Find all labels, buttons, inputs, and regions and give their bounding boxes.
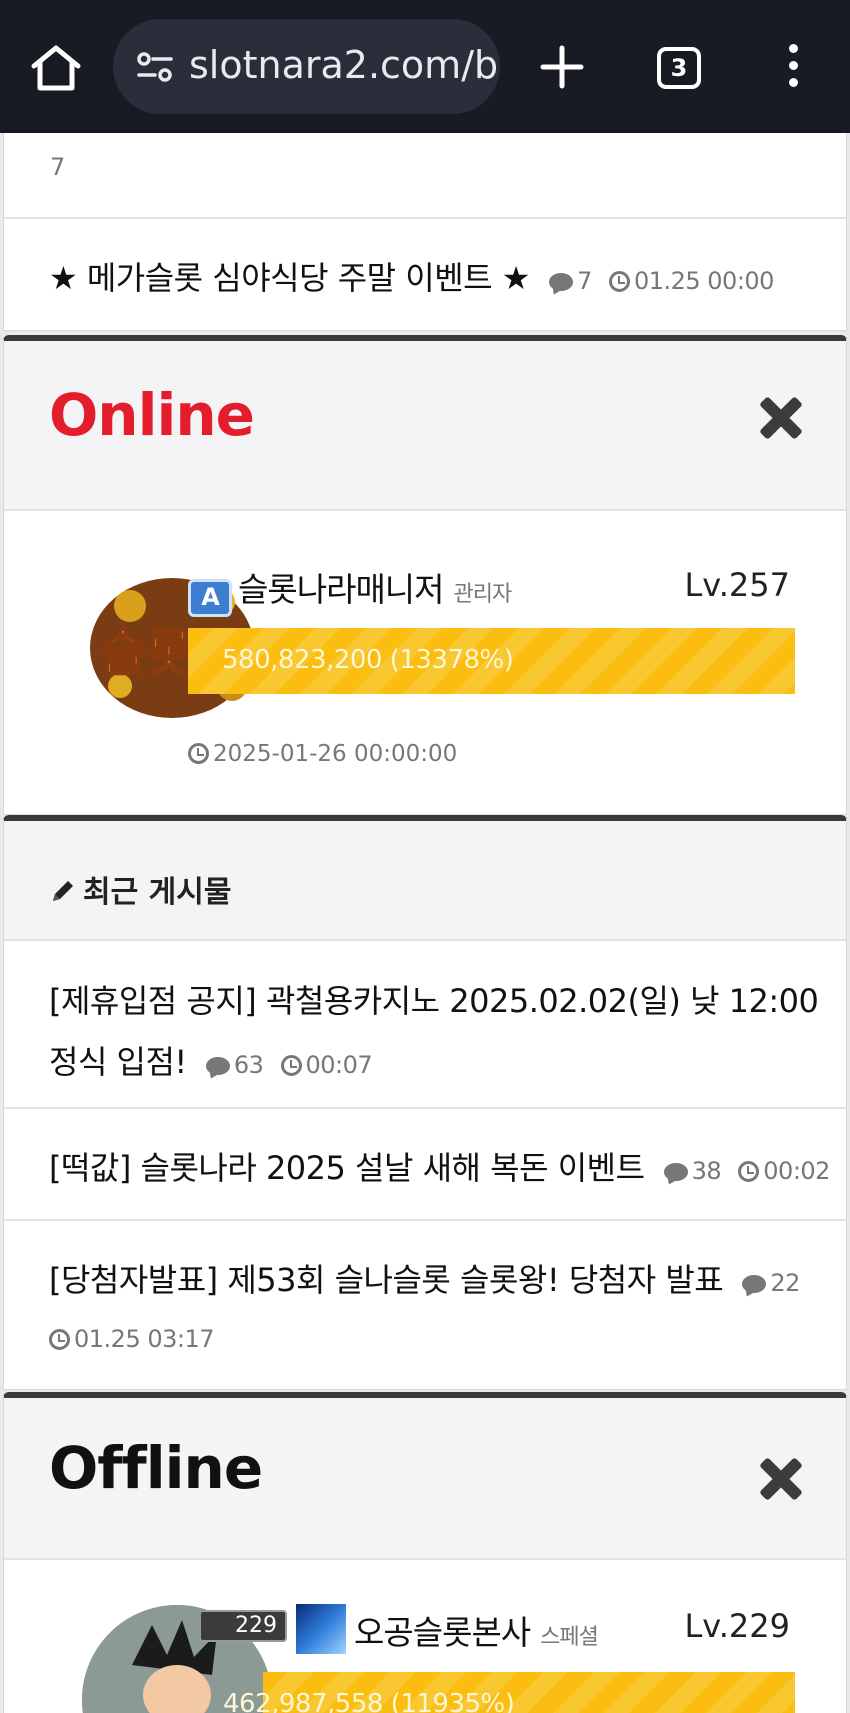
home-icon[interactable] <box>30 44 82 92</box>
more-menu-icon[interactable] <box>782 44 804 90</box>
url-text: slotnara2.com/b <box>189 43 499 87</box>
last-login-time: 2025-01-26 00:00:00 <box>213 741 458 767</box>
pencil-icon <box>53 881 73 901</box>
post-title[interactable]: ★ 메가슬롯 심야식당 주말 이벤트 ★ <box>49 259 530 297</box>
comment-icon <box>205 1057 230 1075</box>
new-tab-icon[interactable] <box>539 44 585 90</box>
list-item-partial[interactable]: 7 <box>4 133 846 219</box>
user-name-wrap: A 슬롯나라매니저 관리자 <box>188 563 513 617</box>
recent-heading: 최근 게시물 <box>49 867 231 911</box>
user-role: 스페셜 <box>540 1625 599 1650</box>
comment-icon <box>549 273 574 291</box>
post-time: 01.25 03:17 <box>74 1325 215 1353</box>
post-title[interactable]: [당첨자발표] 제53회 슬나슬롯 슬롯왕! 당첨자 발표 <box>49 1261 724 1299</box>
partial-count: 7 <box>50 153 65 181</box>
close-icon[interactable] <box>760 397 802 439</box>
comment-icon <box>663 1163 688 1181</box>
xp-progress-bar: 580,823,200 (13378%) <box>188 628 795 694</box>
special-badge-icon <box>296 1604 346 1654</box>
offline-title: Offline <box>49 1434 263 1502</box>
admin-badge-icon: A <box>188 579 232 617</box>
address-bar[interactable]: slotnara2.com/b <box>113 19 500 114</box>
level-badge-value: 229 <box>235 1613 277 1638</box>
online-user-card[interactable]: 슬롯나 A 슬롯나라매니저 관리자 Lv.257 580,823,200 (1337… <box>4 511 846 811</box>
clock-icon <box>608 271 630 292</box>
site-settings-icon[interactable] <box>135 51 175 83</box>
xp-text: 580,823,200 (13378%) <box>222 645 514 675</box>
level-badge: 229 <box>199 1610 287 1642</box>
recent-posts-panel: 최근 게시물 [제휴입점 공지] 곽철용카지노 2025.02.02(일) 낮 … <box>3 815 847 1390</box>
list-item[interactable]: [떡값] 슬롯나라 2025 설날 새해 복돈 이벤트 38 00:02 <box>4 1109 846 1221</box>
comment-count: 38 <box>691 1157 722 1185</box>
comment-count: 22 <box>770 1269 800 1297</box>
offline-header: Offline <box>4 1398 846 1560</box>
clock-icon <box>280 1055 302 1076</box>
comment-count: 63 <box>233 1051 264 1079</box>
browser-toolbar: slotnara2.com/b 3 <box>0 0 850 133</box>
offline-user-card[interactable]: 229 오공슬롯본사 스페셜 Lv.229 462,987,558 (11935%… <box>4 1560 846 1713</box>
online-title: Online <box>49 381 255 449</box>
board-list-panel: 7 ★ 메가슬롯 심야식당 주말 이벤트 ★ 7 01.25 00:00 <box>3 133 847 331</box>
recent-heading-text: 최근 게시물 <box>83 875 232 910</box>
list-item[interactable]: ★ 메가슬롯 심야식당 주말 이벤트 ★ 7 01.25 00:00 <box>4 219 846 329</box>
last-login: 2025-01-26 00:00:00 <box>188 741 457 767</box>
user-name-wrap: 오공슬롯본사 스페셜 <box>296 1604 599 1654</box>
user-level: Lv.257 <box>684 566 790 604</box>
offline-panel: Offline 229 오공슬롯본사 스페셜 Lv.229 462,987,558… <box>3 1392 847 1713</box>
online-panel: Online 슬롯나 A 슬롯나라매니저 관리자 Lv.257 580,823,20… <box>3 335 847 815</box>
online-header: Online <box>4 341 846 511</box>
tab-switcher-button[interactable]: 3 <box>657 47 701 89</box>
post-title[interactable]: [제휴입점 공지] 곽철용카지노 2025.02.02(일) 낮 12:00 <box>49 976 819 1022</box>
tab-count: 3 <box>670 54 688 82</box>
post-time: 00:07 <box>305 1051 373 1079</box>
comment-icon <box>742 1275 767 1293</box>
user-level: Lv.229 <box>684 1607 790 1645</box>
user-role: 관리자 <box>453 582 513 607</box>
close-icon[interactable] <box>760 1458 802 1500</box>
list-item[interactable]: [제휴입점 공지] 곽철용카지노 2025.02.02(일) 낮 12:00 정… <box>4 941 846 1109</box>
post-time: 00:02 <box>763 1157 830 1185</box>
xp-progress-bar: 462,987,558 (11935%) <box>223 1672 795 1713</box>
comment-count: 7 <box>577 267 592 295</box>
post-title[interactable]: [떡값] 슬롯나라 2025 설날 새해 복돈 이벤트 <box>49 1149 645 1187</box>
list-item[interactable]: [당첨자발표] 제53회 슬나슬롯 슬롯왕! 당첨자 발표 22 01.25 0… <box>4 1221 846 1389</box>
xp-text: 462,987,558 (11935%) <box>223 1689 515 1713</box>
clock-icon <box>188 743 209 764</box>
user-name[interactable]: 오공슬롯본사 <box>354 1613 531 1652</box>
post-title-continued[interactable]: 정식 입점! <box>49 1043 187 1081</box>
post-time: 01.25 00:00 <box>633 267 775 295</box>
user-name[interactable]: 슬롯나라매니저 <box>238 570 445 609</box>
clock-icon <box>738 1161 760 1182</box>
recent-header: 최근 게시물 <box>4 821 846 941</box>
clock-icon <box>49 1329 70 1350</box>
